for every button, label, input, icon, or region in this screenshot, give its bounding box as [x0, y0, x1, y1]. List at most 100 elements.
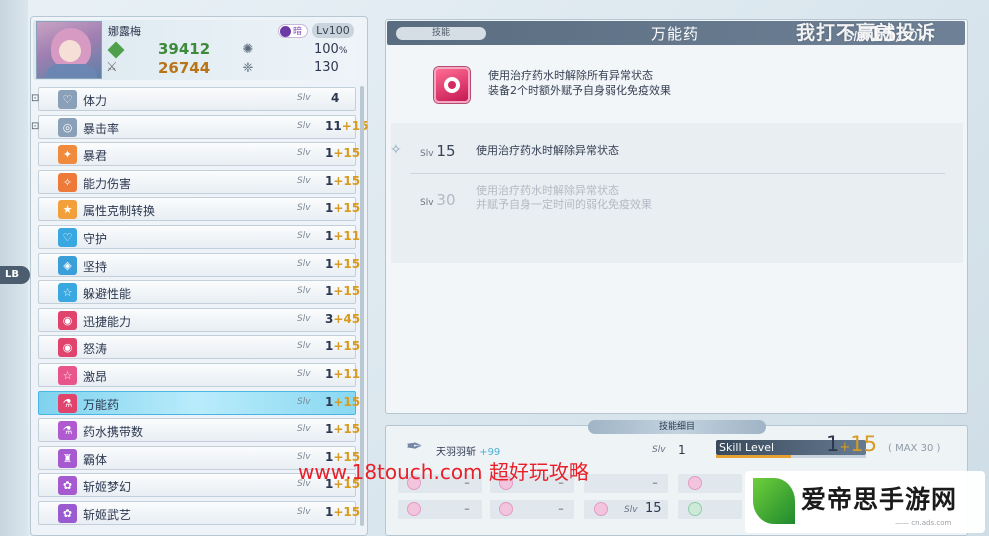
skill-name: 坚持 [83, 259, 108, 274]
attack-value: 26744 [158, 59, 211, 77]
skill-level-value: 1+11 [325, 367, 361, 381]
skill-icon: ◈ [58, 255, 77, 275]
skill-level-value: 11+15 [325, 118, 369, 133]
skill-level-value: 1+15 [325, 339, 361, 354]
level-15-description: 使用治疗药水时解除异常状态 [476, 144, 619, 157]
weapon-skill-icon [688, 476, 702, 490]
skill-name: 万能药 [83, 397, 120, 412]
weapon-skill-icon [594, 502, 608, 516]
wing-emblem-icon: ❈ [242, 61, 254, 76]
lock-icon: ⊡ [31, 120, 40, 132]
skill-row[interactable]: ⊡ ♡ 体力 Slv 4 [31, 87, 356, 111]
skill-slv-label: Slv [297, 424, 311, 435]
skill-row[interactable]: ◉ 怒涛 Slv 1+15 [38, 335, 361, 360]
level-entry-30: Slv 30 [420, 191, 456, 209]
stat2-value: 130 [314, 60, 339, 75]
top-watermark: 我打不赢就投诉 [796, 22, 937, 44]
skill-row[interactable]: ◈ 坚持 Slv 1+15 [38, 252, 361, 277]
skill-icon: ✧ [58, 172, 77, 192]
weapon-grid-value: – [558, 502, 564, 515]
stat1-value: 100% [314, 42, 348, 57]
skill-breakdown-header: 技能细目 [588, 420, 766, 434]
skill-slv-label: Slv [297, 175, 311, 186]
skill-level-max: ( MAX 30 ) [888, 443, 941, 454]
skill-slv-label: Slv [297, 313, 311, 324]
weapon-grid-slv-value: 15 [645, 501, 662, 516]
skill-name: 迅捷能力 [83, 314, 132, 329]
skill-slv-label: Slv [297, 341, 311, 352]
skill-icon: ⚗ [58, 421, 77, 441]
skill-row[interactable]: ★ 属性克制转换 Slv 1+15 [38, 197, 361, 222]
level-divider [410, 173, 945, 174]
current-level-marker-icon: ✧ [390, 142, 402, 158]
character-level: Lv100 [312, 23, 354, 38]
skill-slv-label: Slv [297, 203, 311, 214]
character-name: 娜露梅 [108, 25, 141, 38]
skill-slv-label: Slv [297, 396, 311, 407]
level-30-description: 使用治疗药水时解除异常状态 并赋予自身一定时间的弱化免疫效果 [476, 184, 652, 211]
skill-name: 体力 [83, 94, 108, 108]
skill-slv-label: Slv [297, 231, 311, 241]
skill-level-value: 3+45 [325, 311, 361, 326]
dark-element-icon [280, 26, 291, 37]
level-entry-15: Slv 15 [420, 142, 456, 160]
skill-row[interactable]: ⚗ 药水携带数 Slv 1+15 [38, 418, 361, 443]
weapon-skill-icon [499, 502, 513, 516]
skill-row[interactable]: ⊡ ◎ 暴击率 Slv 11+15 [31, 114, 369, 139]
panacea-skill-icon [434, 67, 470, 103]
weapon-slv-value: 1 [678, 443, 686, 457]
skill-name: 斩姬武艺 [83, 508, 132, 522]
skill-row[interactable]: ☆ 躲避性能 Slv 1+15 [38, 280, 360, 305]
skill-name: 躲避性能 [83, 287, 132, 302]
lb-tab-button[interactable]: LB [0, 266, 30, 284]
skill-tag: 技能 [396, 27, 486, 40]
skill-name: 守护 [83, 232, 108, 246]
skill-row[interactable]: ◉ 迅捷能力 Slv 3+45 [38, 307, 361, 332]
skill-level-value: 1+15 [325, 505, 361, 519]
skill-row[interactable]: ☆ 激昂 Slv 1+11 [38, 363, 361, 387]
element-badge: 暗 [278, 24, 308, 38]
skill-icon: ◉ [58, 338, 77, 358]
skill-row[interactable]: ♡ 守护 Slv 1+11 [38, 225, 360, 249]
skill-slv-label: Slv [297, 148, 311, 159]
skill-name: 属性克制转换 [83, 204, 156, 219]
skill-title: 万能药 [650, 25, 699, 43]
skill-icon: ✦ [58, 145, 77, 165]
weapon-skill-icon [688, 502, 702, 516]
skill-name: 药水携带数 [83, 425, 144, 440]
skill-description: 使用治疗药水时解除所有异常状态 装备2个时额外赋予自身弱化免疫效果 [488, 69, 671, 97]
skill-slv-label: Slv [297, 507, 311, 517]
skill-name: 暴君 [83, 149, 108, 164]
skill-icon: ☆ [58, 283, 77, 303]
skill-name: 霸体 [83, 452, 108, 467]
skill-icon: ☆ [58, 366, 77, 385]
skill-level-value: 1+15 [325, 146, 361, 161]
skill-name: 斩姬梦幻 [83, 480, 132, 495]
skill-level-value: 1+15 [325, 422, 361, 437]
crit-wreath-icon: ✺ [242, 42, 254, 57]
skill-icon: ✿ [58, 476, 77, 496]
skill-row[interactable]: ✧ 能力伤害 Slv 1+15 [38, 169, 361, 194]
skill-level-value: 1+15 [325, 201, 361, 216]
skill-level-total: 1+15 [826, 432, 878, 456]
skill-icon: ♡ [58, 90, 77, 109]
skill-row[interactable]: ⚗ 万能药 Slv 1+15 [38, 390, 360, 415]
skill-row[interactable]: ✿ 斩姬武艺 Slv 1+15 [38, 501, 361, 525]
skill-name: 能力伤害 [83, 176, 132, 191]
leaf-logo-icon [753, 478, 795, 524]
weapon-skill-icon [407, 502, 421, 516]
skill-name: 暴击率 [83, 121, 120, 136]
lock-icon: ⊡ [31, 93, 40, 104]
skill-icon: ♜ [58, 448, 77, 468]
weapon-grid-value: – [464, 502, 470, 515]
hp-value: 39412 [158, 40, 211, 58]
skill-row[interactable]: ✦ 暴君 Slv 1+15 [38, 142, 361, 167]
skill-icon: ◎ [58, 117, 77, 137]
feather-weapon-icon: ✒ [406, 434, 423, 458]
character-portrait[interactable] [36, 21, 102, 79]
skill-level-value: 1+15 [325, 256, 361, 271]
skill-level-value: 1+15 [325, 173, 361, 188]
skill-icon: ★ [58, 200, 77, 220]
skill-name: 怒涛 [83, 342, 108, 357]
skill-icon: ♡ [58, 228, 77, 247]
